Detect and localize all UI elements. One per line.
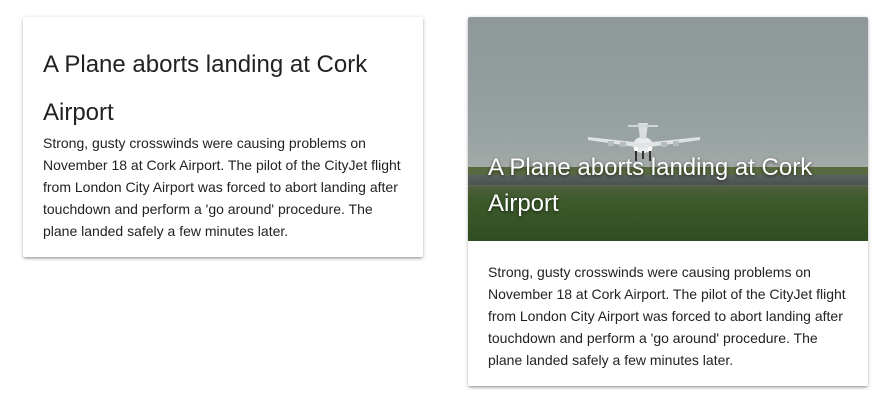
card-media-image: A Plane aborts landing at Cork Airport <box>468 17 868 241</box>
card-title: A Plane aborts landing at Cork Airport <box>43 51 368 126</box>
news-card-image: A Plane aborts landing at Cork Airport S… <box>468 17 868 386</box>
news-card-text: A Plane aborts landing at Cork Airport S… <box>23 17 423 257</box>
card-title: A Plane aborts landing at Cork Airport <box>488 154 813 217</box>
card-body-text: Strong, gusty crosswinds were causing pr… <box>43 135 401 239</box>
card-body-text: Strong, gusty crosswinds were causing pr… <box>488 264 846 368</box>
